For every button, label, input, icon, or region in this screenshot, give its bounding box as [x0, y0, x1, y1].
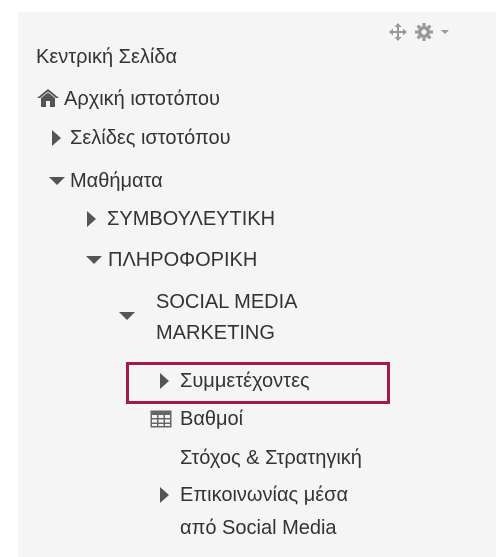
collapsed-arrow-icon [52, 130, 61, 146]
nav-item-category-consulting-label: ΣΥΜΒΟΥΛΕΥΤΙΚΗ [107, 208, 276, 230]
nav-item-grades-label: Βαθμοί [180, 408, 244, 430]
nav-item-section-goal-label: Στόχος & Στρατηγική [180, 447, 362, 469]
nav-item-course-smm-label-line1: SOCIAL MEDIA [156, 291, 298, 313]
expanded-arrow-icon [119, 312, 135, 320]
nav-item-site-home-label: Αρχική ιστοτόπου [64, 88, 220, 110]
grades-table-icon [150, 410, 172, 434]
nav-item-category-informatics-label: ΠΛΗΡΟΦΟΡΙΚΗ [108, 249, 258, 271]
collapsed-arrow-icon [87, 211, 96, 227]
home-icon [36, 88, 60, 114]
nav-item-courses-label: Μαθήματα [70, 170, 163, 192]
nav-item-site-pages-label: Σελίδες ιστοτόπου [70, 127, 231, 149]
nav-item-section-communication-label-line1: Επικοινωνίας μέσα [180, 484, 349, 506]
expanded-arrow-icon [49, 177, 65, 185]
collapsed-arrow-icon [160, 373, 169, 389]
expanded-arrow-icon [86, 256, 102, 264]
nav-item-course-smm-label-line2: MARKETING [156, 322, 275, 344]
move-icon[interactable] [388, 22, 408, 42]
nav-item-participants-label: Συμμετέχοντες [180, 370, 310, 392]
nav-item-home-label: Κεντρική Σελίδα [36, 46, 178, 68]
block-controls [388, 22, 450, 42]
gear-icon[interactable] [414, 22, 434, 42]
caret-down-icon[interactable] [440, 27, 450, 37]
nav-item-section-communication-label-line2: από Social Media [180, 517, 337, 539]
collapsed-arrow-icon [160, 487, 169, 503]
